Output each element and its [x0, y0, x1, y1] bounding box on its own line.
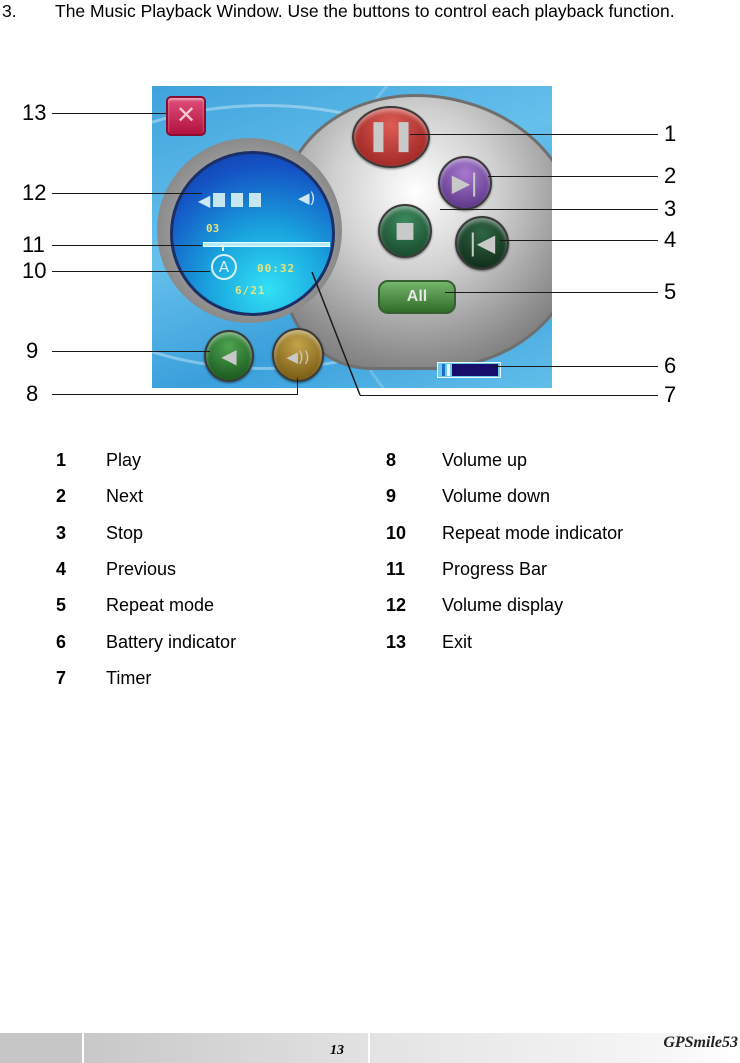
- leader-line: [52, 245, 202, 246]
- callout-4: 4: [664, 227, 677, 252]
- leader-line: [410, 134, 658, 135]
- pause-icon: ❚❚: [365, 118, 417, 153]
- volume-down-icon: ◀: [221, 344, 237, 368]
- brand-name: GPSmile53: [663, 1034, 738, 1051]
- callout-11: 11: [22, 232, 45, 257]
- callout-7: 7: [664, 382, 677, 407]
- leader-line: [52, 351, 210, 352]
- next-button[interactable]: ▶|: [438, 156, 492, 210]
- callout-1: 1: [664, 121, 677, 146]
- leader-line: [440, 209, 658, 210]
- callout-6: 6: [664, 353, 677, 378]
- leader-line: [488, 176, 658, 177]
- track-count: 6/21: [235, 284, 266, 297]
- leader-line: [500, 240, 658, 241]
- playback-window-figure: ✕ ◀ ◀) 03 A 00:32 6/21 ❚❚ ▶| ■ |◀ All ◀ …: [0, 80, 740, 410]
- track-number: 03: [206, 222, 220, 235]
- callout-9: 9: [26, 338, 39, 363]
- previous-button[interactable]: |◀: [455, 216, 509, 270]
- progress-knob[interactable]: [221, 245, 224, 251]
- speaker-icon: ◀): [298, 189, 316, 207]
- volume-level-block: [231, 193, 243, 207]
- close-icon: ✕: [175, 101, 197, 129]
- previous-track-icon: |◀: [468, 229, 496, 257]
- callout-13: 13: [22, 100, 47, 125]
- leader-line: [52, 193, 202, 194]
- callout-8: 8: [26, 381, 39, 406]
- repeat-mode-button[interactable]: All: [378, 280, 456, 314]
- callout-12: 12: [22, 180, 47, 205]
- leader-line: [360, 395, 658, 396]
- step-text: The Music Playback Window. Use the butto…: [55, 1, 675, 21]
- leader-line: [492, 366, 658, 367]
- repeat-indicator-letter: A: [218, 258, 230, 276]
- step-number: 3.: [2, 1, 17, 21]
- page-number: 13: [330, 1043, 344, 1058]
- callout-3: 3: [664, 196, 677, 221]
- leader-line: [52, 394, 298, 395]
- play-pause-button[interactable]: ❚❚: [352, 106, 430, 168]
- battery-tick: [447, 364, 450, 376]
- leader-line-diagonal: [311, 271, 361, 396]
- page-footer: 13 GPSmile53: [0, 1033, 740, 1063]
- leader-line: [445, 292, 658, 293]
- footer-band: [84, 1033, 368, 1063]
- timer-display: 00:32: [257, 262, 296, 275]
- leader-line: [297, 378, 298, 394]
- volume-down-button[interactable]: ◀: [204, 330, 254, 382]
- callout-2: 2: [664, 163, 677, 188]
- leader-line: [52, 271, 210, 272]
- leader-line: [52, 113, 166, 114]
- callout-5: 5: [664, 279, 677, 304]
- battery-tick: [442, 364, 445, 376]
- stop-icon: ■: [394, 218, 416, 243]
- stop-button[interactable]: ■: [378, 204, 432, 258]
- exit-button[interactable]: ✕: [166, 96, 206, 136]
- callout-10: 10: [22, 258, 47, 283]
- repeat-a-icon: A: [211, 254, 237, 280]
- volume-level-block: [249, 193, 261, 207]
- battery-indicator: [437, 362, 501, 378]
- next-track-icon: ▶|: [451, 169, 479, 197]
- footer-band: [0, 1033, 82, 1063]
- volume-level-block: [213, 193, 225, 207]
